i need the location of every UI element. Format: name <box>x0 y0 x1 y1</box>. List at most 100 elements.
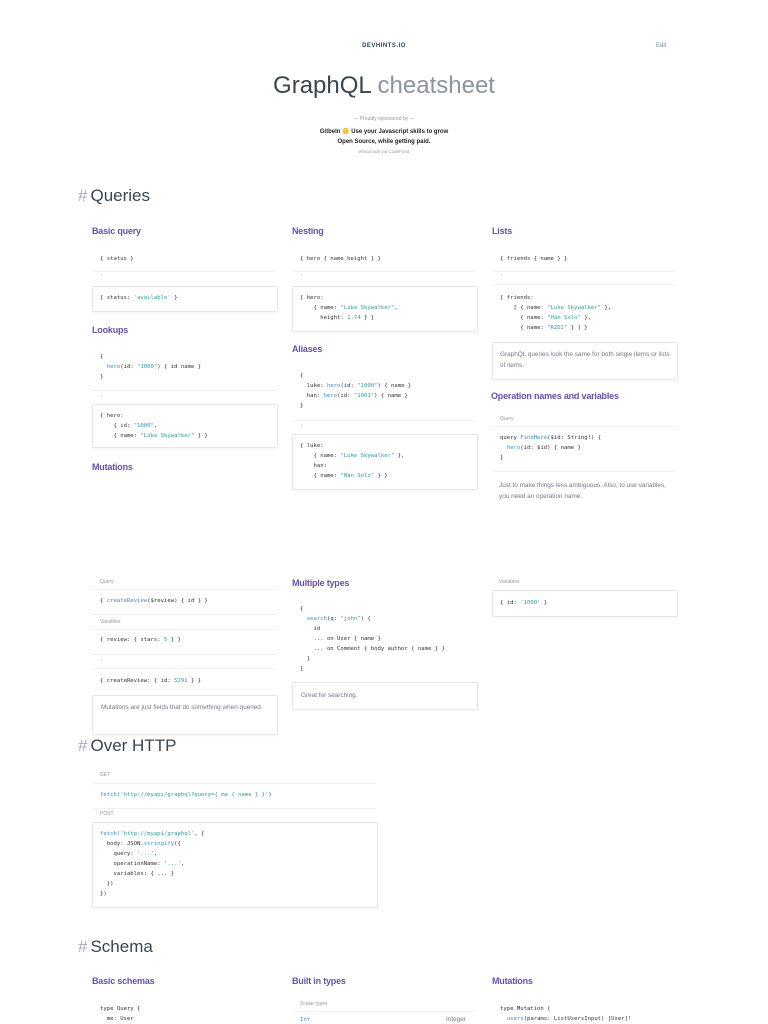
code-token: 5291 <box>174 678 188 684</box>
code-line: ... on User { name } <box>300 634 445 644</box>
post-box: fetch('http://myapi/graphql', { body: JS… <box>92 822 378 908</box>
result-box: { hero: { name: "Luke Skywalker", height… <box>292 286 478 332</box>
code-line: { name: "Luke Skywalker" }, <box>300 451 477 461</box>
code-token: } } <box>360 315 375 321</box>
code-token: "Han Solo" <box>340 473 375 479</box>
note-box: Great for searching. <box>292 682 478 710</box>
code-line: body: JSON.stringify({ <box>100 839 377 849</box>
code-token: , <box>153 423 158 429</box>
sponsor-line-2[interactable]: Open Source, while getting paid. <box>0 137 768 147</box>
query-label: Query <box>500 416 514 422</box>
code-token: ) { name } <box>377 383 412 389</box>
code-token: } <box>540 600 548 606</box>
sponsor-line-1[interactable]: Gitbeln 🪙 Use your Javascript skills to … <box>0 127 768 137</box>
code-aliases-query: { luke: hero(id: "1000") { name } han: h… <box>300 371 411 411</box>
code-lookups-result: { hero: { id: "1000", { name: "Luke Skyw… <box>100 411 277 441</box>
sponsor-ad[interactable]: Gitbeln 🪙 Use your Javascript skills to … <box>0 127 768 147</box>
post-label: POST <box>100 811 114 817</box>
code-token: { friends { name } } <box>500 256 568 262</box>
code-token: { name: <box>100 433 141 439</box>
section-title: Over HTTP <box>90 736 177 755</box>
code-token: han: <box>300 463 327 469</box>
code-token: "Luke Skywalker" <box>547 305 602 311</box>
divider <box>492 271 676 272</box>
code-token: { luke: <box>300 443 324 449</box>
heading-multiple-types: Multiple types <box>292 578 350 588</box>
code-token: type Query { <box>100 1006 141 1012</box>
code-token: 'http://myapi/graphql?query={ me { name … <box>120 792 269 798</box>
result-box: { hero: { id: "1000", { name: "Luke Skyw… <box>92 404 278 448</box>
edit-link[interactable]: Edit <box>656 43 666 49</box>
code-line: id <box>300 624 445 634</box>
code-token: (params: ListUsersInput) [User]! <box>523 1016 632 1022</box>
code-lists-query: { friends { name } } <box>500 254 567 264</box>
code-token: } <box>100 374 104 380</box>
divider <box>292 420 476 421</box>
divider <box>92 668 276 669</box>
code-token: , <box>394 305 398 311</box>
hash-anchor[interactable]: # <box>78 186 87 205</box>
page: DEVHINTS.IO Edit GraphQL cheatsheet — Pr… <box>0 0 768 1024</box>
code-token: createReview <box>106 598 148 604</box>
code-token: } <box>500 455 504 461</box>
code-token: '...' <box>137 851 154 857</box>
hash-anchor[interactable]: # <box>78 937 87 956</box>
section-title: Queries <box>90 186 150 205</box>
code-line: { <box>100 352 201 362</box>
code-token: } <box>300 666 304 672</box>
code-token: body: JSON. <box>100 841 144 847</box>
code-line: { name: "R2D2" } ] } <box>500 323 611 333</box>
code-line: { id: '1000' } <box>500 598 677 608</box>
code-line: operationName: '...', <box>100 859 377 869</box>
code-line: hero(id: $id) { name } <box>500 443 601 453</box>
code-token: hero <box>323 393 338 399</box>
note-box: GraphQL queries look the same for both s… <box>492 342 678 380</box>
site-brand-link[interactable]: DEVHINTS.IO <box>0 43 768 49</box>
code-token: } } <box>187 678 202 684</box>
code-token: { friends: <box>500 295 534 301</box>
code-token: { createReview: { id: <box>100 678 175 684</box>
code-line: query FindHero($id: String!) { <box>500 433 601 443</box>
hash-anchor[interactable]: # <box>78 736 87 755</box>
divider <box>92 271 276 272</box>
code-line: height: 1.74 } } <box>300 313 477 323</box>
code-line: { name: "Luke Skywalker" } } <box>100 431 277 441</box>
code-token: } ] } <box>567 325 588 331</box>
code-token: ({ <box>174 841 181 847</box>
mutations-note: Mutations are just fields that do someth… <box>101 704 263 711</box>
code-mutation-variables: { review: { stars: 5 } } <box>100 635 181 645</box>
divider <box>92 808 376 809</box>
scalar-types-label: Scalar types <box>300 1001 328 1007</box>
code-line: search(q: "john") { <box>300 614 445 624</box>
code-line: { name: "Luke Skywalker", <box>300 303 477 313</box>
code-token: operationName: <box>100 861 164 867</box>
code-line: type Mutation { <box>500 1004 631 1014</box>
code-token: { <box>100 354 104 360</box>
code-line: variables: { ... } <box>100 869 377 879</box>
code-token: users <box>506 1016 524 1022</box>
code-token: variables: { ... } <box>100 871 175 877</box>
code-token: { <box>100 598 107 604</box>
arrow-icon: ↓ <box>100 657 103 663</box>
code-token: "1000" <box>357 383 378 389</box>
code-token: , { <box>194 831 205 837</box>
code-line: { hero: <box>100 411 277 421</box>
code-token: "1000" <box>137 364 158 370</box>
scalar-type-name: Int <box>300 1017 311 1023</box>
code-line: } <box>300 401 411 411</box>
heading-mutations: Mutations <box>92 462 133 472</box>
heading-lists: Lists <box>492 226 513 236</box>
sponsor-footer-link[interactable]: ethical ads via CodeFund <box>0 149 768 154</box>
arrow-icon: ↓ <box>100 272 103 278</box>
code-line: { status } <box>100 254 134 264</box>
code-schema-mutations: type Mutation { users(params: ListUsersI… <box>500 1004 631 1024</box>
arrow-icon: ↓ <box>300 423 303 429</box>
code-line: { id: "1000", <box>100 421 277 431</box>
lists-note: GraphQL queries look the same for both s… <box>500 351 670 369</box>
code-line: luke: hero(id: "1000") { name } <box>300 381 411 391</box>
code-token: 1.74 <box>347 315 361 321</box>
title-light: cheatsheet <box>377 72 495 99</box>
heading-schema-mutations: Mutations <box>492 976 533 986</box>
